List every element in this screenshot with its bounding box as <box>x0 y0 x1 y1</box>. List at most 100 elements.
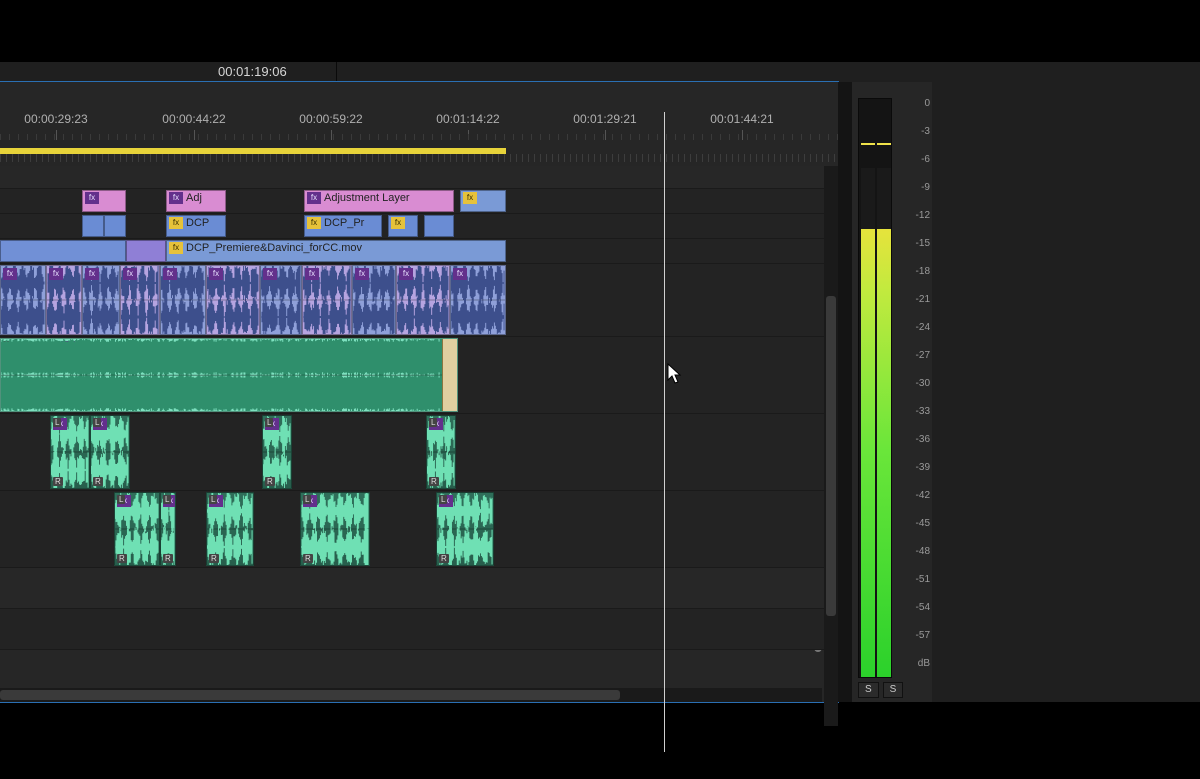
meter-channel-r <box>877 99 891 677</box>
a1-container: fxfxfxfxfxfxfxfxfxfxfx <box>0 264 838 336</box>
clip-audio[interactable]: fx <box>120 265 160 335</box>
playhead[interactable] <box>664 112 665 752</box>
meter-scale-mark: -21 <box>904 295 930 305</box>
clip-video[interactable] <box>104 215 126 237</box>
track-empty[interactable] <box>0 609 838 650</box>
clip-adjustment[interactable]: fxAdjustment Layer <box>304 190 454 212</box>
meter-scale-mark: -48 <box>904 547 930 557</box>
scrollbar-thumb[interactable] <box>826 296 836 616</box>
ruler-time-label: 00:01:29:21 <box>573 112 636 126</box>
meter-level <box>861 168 875 677</box>
clip-audio[interactable]: fx <box>302 265 352 335</box>
track-spacer <box>0 166 838 189</box>
clip-audio[interactable]: fx L R <box>0 338 458 412</box>
clip-video[interactable]: fx <box>460 190 506 212</box>
fx-badge-icon: fx <box>391 217 405 229</box>
fx-badge-icon: fx <box>169 192 183 204</box>
meter-peak <box>861 143 875 145</box>
clip-label: Adj <box>186 192 202 204</box>
fx-badge-icon: fx <box>463 192 477 204</box>
clip-audio[interactable]: fxLR <box>300 492 370 566</box>
clip-audio[interactable]: fx <box>160 265 206 335</box>
clip-audio[interactable]: fx <box>352 265 396 335</box>
track-a2[interactable]: fx L R <box>0 337 838 414</box>
right-filler-panel <box>932 82 1200 702</box>
clip-audio[interactable]: fxLR <box>114 492 160 566</box>
meter-scale-mark: -18 <box>904 267 930 277</box>
clip-video[interactable] <box>82 215 104 237</box>
cursor-icon <box>668 364 684 387</box>
audio-meter-panel: 0-3-6-9-12-15-18-21-24-27-30-33-36-39-42… <box>852 82 932 702</box>
meter-bars <box>858 98 892 678</box>
vertical-scrollbar[interactable] <box>824 166 838 726</box>
clip-video[interactable]: fxDCP <box>166 215 226 237</box>
waveform <box>1 339 457 411</box>
ruler-time-label: 00:01:14:22 <box>436 112 499 126</box>
solo-right-button[interactable]: S <box>883 682 904 698</box>
ruler-time-label: 00:00:59:22 <box>299 112 362 126</box>
fx-badge-icon: fx <box>169 242 183 254</box>
meter-scale-mark: -45 <box>904 519 930 529</box>
topbar-right <box>940 62 1200 82</box>
clip-audio[interactable]: fxLR <box>90 415 130 489</box>
clip-audio[interactable]: fx <box>450 265 506 335</box>
clip-label: Adjustment Layer <box>324 192 410 204</box>
meter-scale-mark: -24 <box>904 323 930 333</box>
meter-solo-row: S S <box>858 682 892 698</box>
meter-scale-mark: -27 <box>904 351 930 361</box>
clip-audio[interactable]: fxLR <box>426 415 456 489</box>
horizontal-scrollbar[interactable] <box>0 688 822 702</box>
meter-scale-mark: -42 <box>904 491 930 501</box>
clip-video[interactable] <box>126 240 166 262</box>
track-v3[interactable]: fx fxAdj fxAdjustment Layer fx <box>0 189 838 214</box>
clip-audio[interactable]: fx <box>0 265 46 335</box>
track-a1[interactable]: fxfxfxfxfxfxfxfxfxfxfx <box>0 264 838 337</box>
clip-audio[interactable]: fxLR <box>436 492 494 566</box>
clip-label: DCP_Pr <box>324 217 364 229</box>
clip-main-video[interactable]: fxDCP_Premiere&Davinci_forCC.mov <box>166 240 506 262</box>
meter-channel-l <box>861 99 875 677</box>
clip-label: DCP <box>186 217 209 229</box>
fx-badge-icon: fx <box>85 192 99 204</box>
meter-scale-mark: -15 <box>904 239 930 249</box>
app-stage: 00:01:19:06 00:00:29:2300:00:44:2200:00:… <box>0 0 1200 779</box>
meter-peak <box>877 143 891 145</box>
clip-adjustment[interactable]: fxAdj <box>166 190 226 212</box>
track-a3[interactable]: fxLRfxLRfxLRfxLR <box>0 414 838 491</box>
clip-audio[interactable]: fx <box>260 265 302 335</box>
meter-scale-mark: -9 <box>904 183 930 193</box>
topbar <box>0 62 940 83</box>
clip-video[interactable] <box>424 215 454 237</box>
clip-audio[interactable]: fxLR <box>50 415 90 489</box>
track-v2[interactable]: fxDCP fxDCP_Pr fx <box>0 214 838 239</box>
clip-audio[interactable]: fxLR <box>262 415 292 489</box>
clip-video[interactable]: fx <box>388 215 418 237</box>
ruler-time-label: 00:00:29:23 <box>24 112 87 126</box>
sequence-timecode[interactable]: 00:01:19:06 <box>218 62 287 82</box>
track-empty[interactable] <box>0 568 838 609</box>
clip-audio[interactable]: fxLR <box>160 492 176 566</box>
scrollbar-thumb[interactable] <box>0 690 620 700</box>
meter-scale-mark: -51 <box>904 575 930 585</box>
clip-audio[interactable]: fxLR <box>206 492 254 566</box>
time-ruler[interactable]: 00:00:29:23 00:00:44:22 00:00:59:22 00:01:1… <box>0 112 838 148</box>
meter-scale-mark: -30 <box>904 379 930 389</box>
tracks-area[interactable]: fx fxAdj fxAdjustment Layer fx fxDCP fxD… <box>0 166 838 702</box>
clip-adjustment[interactable]: fx <box>82 190 126 212</box>
track-v1[interactable]: fxDCP_Premiere&Davinci_forCC.mov <box>0 239 838 264</box>
clip-video[interactable]: fxDCP_Pr <box>304 215 382 237</box>
meter-scale: 0-3-6-9-12-15-18-21-24-27-30-33-36-39-42… <box>904 98 930 678</box>
clip-audio[interactable]: fx <box>82 265 120 335</box>
clip-video[interactable] <box>0 240 126 262</box>
track-a4[interactable]: fxLRfxLRfxLRfxLRfxLR <box>0 491 838 568</box>
ruler-time-label: 00:00:44:22 <box>162 112 225 126</box>
meter-scale-mark: 0 <box>904 99 930 109</box>
timeline-panel[interactable]: 00:00:29:23 00:00:44:22 00:00:59:22 00:01:1… <box>0 82 838 702</box>
clip-audio[interactable]: fx <box>396 265 450 335</box>
solo-left-button[interactable]: S <box>858 682 879 698</box>
audio-fade-handle[interactable] <box>442 339 457 411</box>
a3-container: fxLRfxLRfxLRfxLR <box>0 414 838 490</box>
clip-audio[interactable]: fx <box>46 265 82 335</box>
clip-audio[interactable]: fx <box>206 265 260 335</box>
work-area-bar[interactable] <box>0 148 838 154</box>
